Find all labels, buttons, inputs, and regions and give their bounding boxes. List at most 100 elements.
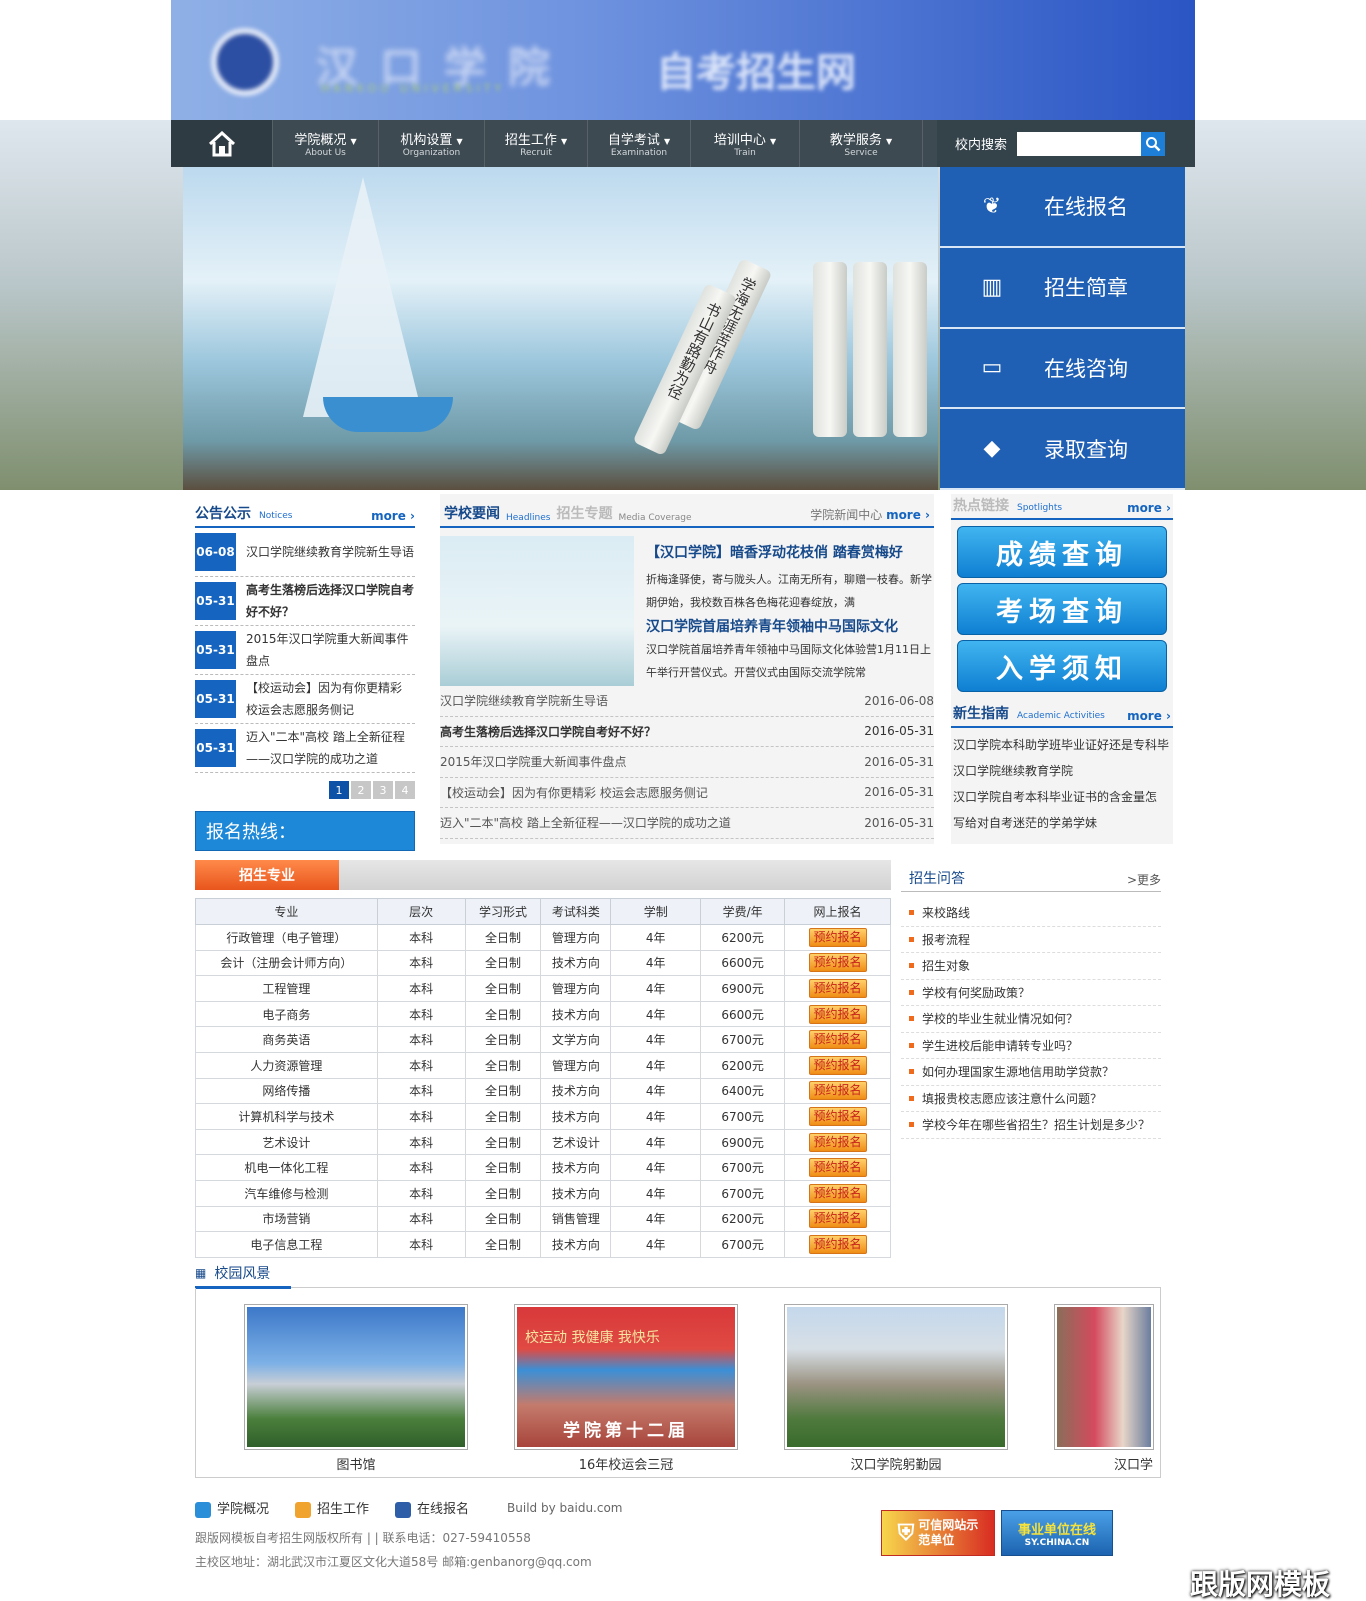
nav-item-0[interactable]: 学院概况 ▼ About Us (273, 120, 379, 167)
enrollment-notice-button[interactable]: 入学须知 (957, 640, 1167, 692)
reserve-signup-button[interactable]: 预约报名 (808, 1081, 867, 1101)
guide-en: Academic Activities (1017, 711, 1105, 721)
guide-item[interactable]: 汉口学院本科助学班毕业证好还是专科毕 (951, 732, 1173, 758)
reserve-signup-button[interactable]: 预约报名 (808, 978, 867, 998)
reserve-signup-button[interactable]: 预约报名 (808, 1055, 867, 1075)
search-button[interactable] (1141, 131, 1166, 156)
reserve-signup-button[interactable]: 预约报名 (808, 1030, 867, 1050)
guide-item[interactable]: 写给对自考迷茫的学弟学妹 (951, 810, 1173, 836)
quick-link-0[interactable]: ❦ 在线报名 (940, 167, 1185, 248)
reserve-signup-button[interactable]: 预约报名 (808, 1183, 867, 1203)
page-button[interactable]: 3 (373, 781, 393, 799)
nav-item-1[interactable]: 机构设置 ▼ Organization (379, 120, 485, 167)
hot-header: 热点链接 Spotlights more › (951, 494, 1173, 520)
reserve-signup-button[interactable]: 预约报名 (808, 953, 867, 973)
hot-more-link[interactable]: more › (1127, 501, 1171, 515)
table-row: 电子商务 本科 全日制 技术方向 4年 6600元 预约报名 (195, 1000, 891, 1028)
table-row: 会计（注册会计师方向） 本科 全日制 技术方向 4年 6600元 预约报名 (195, 949, 891, 977)
exam-room-query-button[interactable]: 考场查询 (957, 583, 1167, 635)
table-cell: 6700元 (700, 1026, 786, 1053)
reserve-signup-button[interactable]: 预约报名 (808, 1106, 867, 1126)
quick-link-label: 在线报名 (1044, 195, 1128, 220)
quick-link-1[interactable]: ▥ 招生简章 (940, 247, 1185, 329)
guide-more-link[interactable]: more › (1127, 709, 1171, 723)
news-row[interactable]: 2015年汉口学院重大新闻事件盘点 2016-05-31 (440, 747, 934, 778)
page-button[interactable]: 1 (329, 781, 349, 799)
guide-item[interactable]: 汉口学院继续教育学院 (951, 758, 1173, 784)
news-center-link[interactable]: 学院新闻中心 (810, 508, 882, 522)
news-row[interactable]: 高考生落榜后选择汉口学院自考好不好？ 2016-05-31 (440, 717, 934, 747)
news-row[interactable]: 迈入"二本"高校 踏上全新征程——汉口学院的成功之道 2016-05-31 (440, 808, 934, 839)
quick-link-3[interactable]: ◆ 录取查询 (940, 409, 1185, 490)
qa-title: 招生问答 (909, 871, 965, 887)
guide-item[interactable]: 汉口学院自考本科毕业证书的含金量怎 (951, 784, 1173, 810)
reserve-signup-button[interactable]: 预约报名 (808, 1234, 867, 1254)
qa-item[interactable]: 报考流程 (901, 927, 1161, 953)
tab-majors[interactable]: 招生专业 (195, 860, 339, 890)
site-title[interactable]: 自考招生网 (656, 40, 856, 98)
qa-item[interactable]: 学校的毕业生就业情况如何？ (901, 1006, 1161, 1033)
reserve-signup-button[interactable]: 预约报名 (808, 1158, 867, 1178)
footer-link-signup[interactable]: 在线报名 (395, 1498, 469, 1518)
table-cell: 技术方向 (540, 1077, 612, 1105)
notice-item[interactable]: 05-31 【校运动会】因为有你更精彩 校运会志愿服务侧记 (195, 675, 415, 724)
qa-more-link[interactable]: >更多 (1127, 871, 1161, 888)
score-query-button[interactable]: 成绩查询 (957, 526, 1167, 578)
table-cell: 全日制 (464, 1077, 542, 1105)
qa-item[interactable]: 如何办理国家生源地信用助学贷款？ (901, 1059, 1161, 1086)
table-cell: 6400元 (700, 1077, 786, 1105)
notice-item[interactable]: 05-31 高考生落榜后选择汉口学院自考好不好？ (195, 577, 415, 626)
nav-item-2[interactable]: 招生工作 ▼ Recruit (485, 120, 588, 167)
qa-item[interactable]: 来校路线 (901, 900, 1161, 927)
news-row[interactable]: 汉口学院继续教育学院新生导语 2016-06-08 (440, 686, 934, 717)
qa-item[interactable]: 学校有何奖励政策？ (901, 980, 1161, 1006)
notice-item[interactable]: 05-31 2015年汉口学院重大新闻事件盘点 (195, 626, 415, 675)
reserve-signup-button[interactable]: 预约报名 (808, 1132, 867, 1152)
notice-date: 05-31 (195, 582, 236, 620)
qa-item[interactable]: 学生进校后能申请转专业吗？ (901, 1033, 1161, 1059)
notice-item[interactable]: 05-31 迈入"二本"高校 踏上全新征程——汉口学院的成功之道 (195, 724, 415, 773)
featured-news-image[interactable] (440, 536, 634, 686)
notices-more-link[interactable]: more › (371, 509, 415, 523)
table-header: 学习形式 (464, 898, 542, 925)
campus-photo-2[interactable] (784, 1304, 1008, 1450)
table-row: 商务英语 本科 全日制 文学方向 4年 6700元 预约报名 (195, 1026, 891, 1053)
featured-news-title[interactable]: 【汉口学院】暗香浮动花枝俏 踏春赏梅好 (646, 542, 934, 562)
news-row[interactable]: 【校运动会】因为有你更精彩 校运会志愿服务侧记 2016-05-31 (440, 778, 934, 808)
campus-photo-1[interactable]: 校运动 我健康 我快乐 学院第十二届 (514, 1304, 738, 1450)
search-input[interactable] (1017, 131, 1142, 156)
nav-item-4[interactable]: 培训中心 ▼ Train (691, 120, 800, 167)
footer-link-recruit[interactable]: 招生工作 (295, 1498, 369, 1518)
page-button[interactable]: 4 (395, 781, 415, 799)
table-cell: 6600元 (700, 949, 786, 977)
nav-item-label: 招生工作 ▼ (504, 133, 568, 148)
scroll-5 (893, 262, 927, 437)
footer-link-label: 招生工作 (317, 1502, 370, 1517)
qa-item[interactable]: 招生对象 (901, 953, 1161, 980)
featured-news-2-text: 汉口学院首届培养青年领袖中马国际文化体验营1月11日上午举行开营仪式。开营仪式由… (646, 643, 931, 679)
reserve-signup-button[interactable]: 预约报名 (808, 1004, 867, 1024)
page-button[interactable]: 2 (351, 781, 371, 799)
home-button[interactable] (171, 120, 273, 167)
notice-item[interactable]: 06-08 汉口学院继续教育学院新生导语 (195, 528, 415, 577)
reserve-signup-button[interactable]: 预约报名 (808, 927, 867, 947)
bullet-icon (909, 1069, 914, 1075)
quick-link-2[interactable]: ▭ 在线咨询 (940, 328, 1185, 410)
qa-item[interactable]: 填报贵校志愿应该注意什么问题？ (901, 1086, 1161, 1112)
reserve-signup-button[interactable]: 预约报名 (808, 1209, 867, 1229)
tab-media[interactable]: 招生专题 (556, 503, 612, 523)
public-institution-badge[interactable]: 事业单位在线 SY.CHINA.CN (1001, 1510, 1113, 1556)
campus-photo-0[interactable] (244, 1304, 468, 1450)
sailboat-illustration (303, 177, 423, 417)
table-row: 网络传播 本科 全日制 技术方向 4年 6400元 预约报名 (195, 1077, 891, 1105)
tab-headlines[interactable]: 学校要闻 (444, 503, 500, 523)
nav-item-3[interactable]: 自学考试 ▼ Examination (588, 120, 691, 167)
table-cell: 预约报名 (784, 1128, 891, 1156)
footer-link-about[interactable]: 学院概况 (195, 1498, 269, 1518)
news-more-link[interactable]: more › (886, 508, 930, 522)
featured-news-2-title[interactable]: 汉口学院首届培养青年领袖中马国际文化 (646, 616, 934, 636)
trusted-site-badge[interactable]: ⛨ 可信网站示范单位 (881, 1510, 995, 1556)
nav-item-5[interactable]: 教学服务 ▼ Service (800, 120, 923, 167)
qa-item[interactable]: 学校今年在哪些省招生？招生计划是多少？ (901, 1112, 1161, 1139)
campus-photo-3[interactable] (1054, 1304, 1154, 1450)
